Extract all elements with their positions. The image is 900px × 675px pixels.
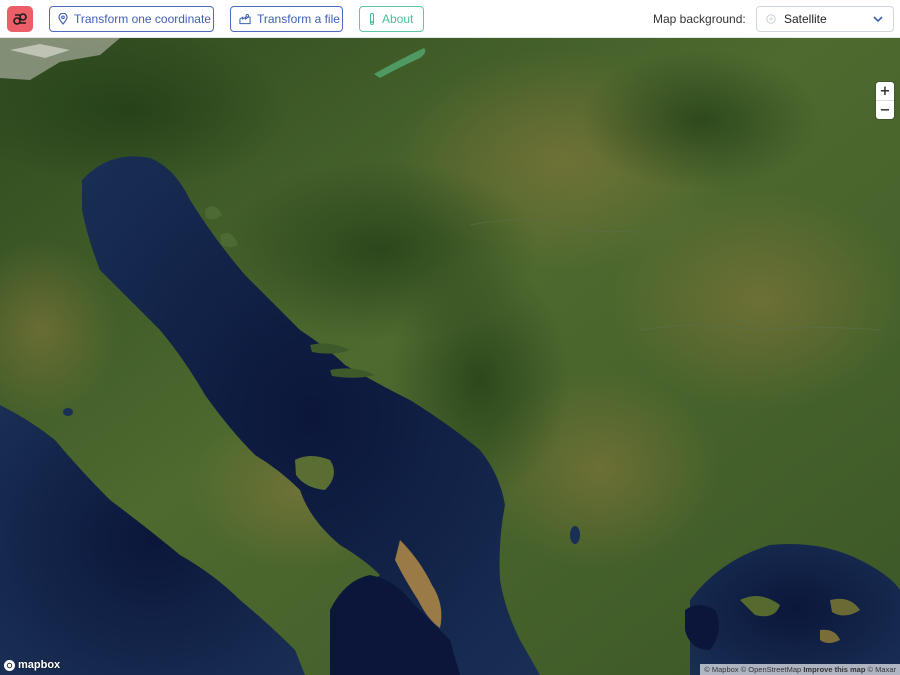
mapbox-logo[interactable]: mapbox xyxy=(4,659,60,671)
attribution-mapbox[interactable]: © Mapbox xyxy=(704,665,738,674)
map-background-select[interactable]: Satellite xyxy=(756,6,894,32)
transform-coordinate-button[interactable]: Transform one coordinate xyxy=(49,6,214,32)
satellite-imagery xyxy=(0,38,900,675)
top-toolbar: Transform one coordinate Transform a fil… xyxy=(0,0,900,38)
attribution-maxar[interactable]: Maxar xyxy=(875,665,896,674)
location-pin-icon xyxy=(58,13,68,25)
chevron-down-icon xyxy=(873,16,883,23)
map-attribution: © Mapbox © OpenStreetMap Improve this ma… xyxy=(700,664,900,675)
transform-coordinate-label: Transform one coordinate xyxy=(74,12,211,26)
zoom-in-button[interactable]: + xyxy=(876,82,894,100)
transform-file-label: Transform a file xyxy=(257,12,340,26)
map-background-label: Map background: xyxy=(653,12,746,26)
attribution-osm[interactable]: OpenStreetMap xyxy=(748,665,801,674)
map-background-value: Satellite xyxy=(784,12,827,26)
attribution-sep-1: © xyxy=(740,665,747,674)
transform-file-button[interactable]: Transform a file xyxy=(230,6,343,32)
improve-map-link[interactable]: Improve this map xyxy=(803,665,865,674)
app-logo-button[interactable] xyxy=(7,6,33,32)
app-logo-icon xyxy=(13,13,27,25)
map-view[interactable]: + − mapbox © Mapbox © OpenStreetMap Impr… xyxy=(0,38,900,675)
about-button[interactable]: About xyxy=(359,6,424,32)
mapbox-logo-icon xyxy=(4,659,15,671)
file-transform-icon xyxy=(239,13,251,25)
mapbox-logo-text: mapbox xyxy=(18,659,61,671)
zoom-control: + − xyxy=(876,82,894,119)
zoom-out-button[interactable]: − xyxy=(876,100,894,119)
globe-icon xyxy=(766,14,776,24)
about-label: About xyxy=(382,12,414,26)
attribution-sep-2: © xyxy=(867,665,874,674)
info-icon xyxy=(368,13,376,25)
